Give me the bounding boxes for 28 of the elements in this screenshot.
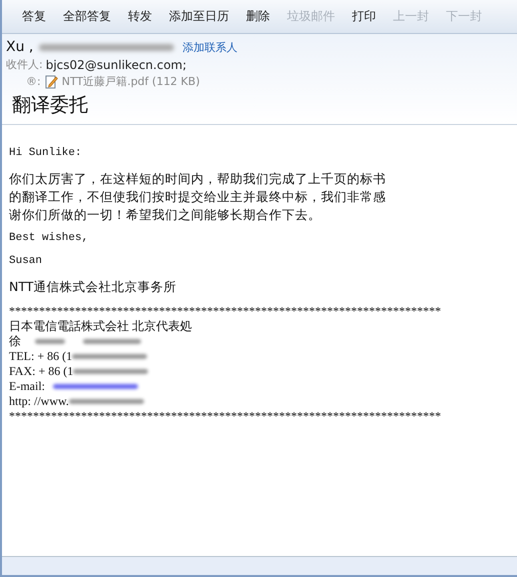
redaction-bar bbox=[35, 339, 65, 344]
attachment-label: ®: bbox=[26, 75, 41, 88]
toolbar-button[interactable]: 答复 bbox=[22, 5, 46, 28]
toolbar-button[interactable]: 全部答复 bbox=[63, 5, 111, 28]
text-line: Susan bbox=[9, 255, 44, 267]
signature-line: TEL: + 86 (1 bbox=[9, 349, 72, 364]
signature-line: ************************************************************************ bbox=[9, 304, 441, 319]
signature-line: FAX: + 86 (1 bbox=[9, 364, 74, 379]
recipient-label: 收件人: bbox=[6, 57, 43, 72]
document-icon bbox=[44, 74, 58, 88]
sender-name: Xu , bbox=[6, 39, 34, 55]
text-line: Hi Sunlike: bbox=[9, 147, 83, 159]
add-contact-link[interactable]: 添加联系人 bbox=[182, 40, 238, 54]
signature-line: 日本電信電話株式会社 北京代表処 bbox=[9, 319, 192, 334]
toolbar-button[interactable]: 添加至日历 bbox=[169, 5, 229, 28]
signature-line: http: //www. bbox=[9, 394, 69, 409]
text-line: Best wishes, bbox=[9, 232, 90, 244]
toolbar-button[interactable]: 删除 bbox=[246, 5, 270, 28]
recipient-address: bjcs02@sunlikecn.com; bbox=[46, 58, 187, 72]
signature-line: 徐 bbox=[9, 334, 21, 349]
signature-line: E-mail: bbox=[9, 379, 45, 394]
redaction-bar bbox=[83, 339, 141, 344]
signature-line: ************************************************************************ bbox=[9, 409, 441, 424]
email-subject: 翻译委托 bbox=[11, 93, 89, 118]
message-paragraph: 你们太厉害了，在这样短的时间内，帮助我们完成了上千页的标书的翻译工作，不但使我们按时提交给业主并最终中标，我们非常感谢你们所做的一切！希望我们之间能够长期合作下去。 bbox=[9, 170, 387, 224]
toolbar-button[interactable]: 打印 bbox=[352, 5, 376, 28]
message-paragraph: NTT通信株式会社北京事务所 bbox=[9, 278, 178, 296]
toolbar-button[interactable]: 转发 bbox=[128, 5, 152, 28]
